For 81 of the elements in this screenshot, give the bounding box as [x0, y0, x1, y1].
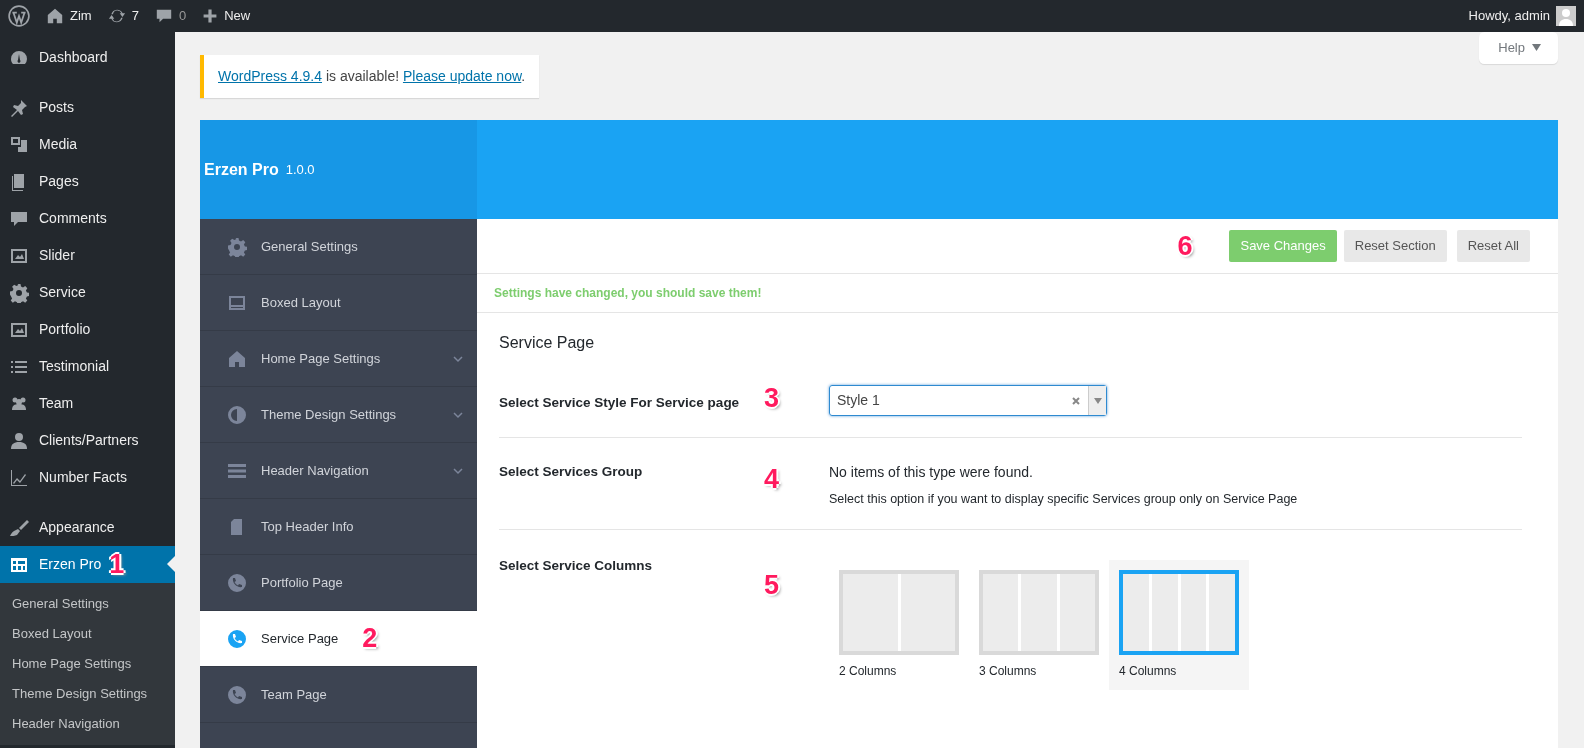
field-description: Select this option if you want to display specific Services group only on Service Page — [829, 491, 1299, 508]
new-link[interactable]: New — [224, 6, 251, 26]
action-button[interactable]: Reset Section — [1343, 230, 1447, 262]
phone-icon — [227, 684, 247, 705]
options-nav-item[interactable]: Service Page 2 — [200, 611, 477, 667]
field-label: Select Services Group — [499, 463, 644, 481]
column-option[interactable]: 4 Columns — [1109, 559, 1249, 690]
menu-item[interactable]: Comments — [0, 200, 175, 237]
option-label: 3 Columns — [979, 662, 1038, 680]
options-nav-item[interactable]: Theme Design Settings — [200, 387, 477, 443]
update-link[interactable]: WordPress 4.9.4 — [218, 68, 322, 84]
home-icon — [46, 7, 64, 25]
option-label: 2 Columns — [839, 662, 898, 680]
annotation-number: 5 — [764, 569, 780, 600]
caret-down-icon — [1532, 44, 1541, 52]
greeting-link[interactable]: Howdy, admin — [1468, 6, 1550, 26]
annotation-number: 4 — [764, 464, 780, 494]
chart-icon — [9, 467, 29, 488]
submenu-item[interactable]: Theme Design Settings — [0, 679, 175, 709]
menu-item[interactable]: Team — [0, 385, 175, 422]
update-notice: WordPress 4.9.4 is available! Please update now. — [200, 55, 540, 98]
submenu-item[interactable]: General Settings — [0, 589, 175, 619]
menu-item[interactable]: Number Facts — [0, 459, 175, 496]
changes-notice: Settings have changed, you should save them! — [477, 274, 1558, 313]
option-label: 4 Columns — [1119, 662, 1178, 680]
menu-item[interactable]: Portfolio — [0, 311, 175, 348]
options-nav-item[interactable]: Home Page Settings — [200, 331, 477, 387]
chevron-down-icon — [453, 409, 463, 420]
menu-item[interactable]: Slider — [0, 237, 175, 274]
help-button[interactable]: Help — [1479, 32, 1558, 64]
gear-icon — [227, 236, 247, 257]
menu-item[interactable]: Appearance — [0, 509, 175, 546]
menu-item[interactable]: Posts — [0, 89, 175, 126]
annotation-number: 6 — [1177, 232, 1193, 260]
refresh-icon — [107, 7, 126, 25]
options-nav-item[interactable]: General Settings — [200, 219, 477, 275]
menu-item[interactable]: Clients/Partners — [0, 422, 175, 459]
submenu-item[interactable]: Home Page Settings — [0, 649, 175, 679]
phone-icon — [227, 572, 247, 593]
pushpin-icon — [9, 97, 29, 118]
theme-version: 1.0.0 — [285, 160, 315, 179]
avatar-icon — [1556, 6, 1576, 26]
empty-message: No items of this type were found. — [829, 463, 1034, 482]
menu-item[interactable]: Media — [0, 126, 175, 163]
home-icon — [227, 348, 247, 369]
column-option[interactable]: 2 Columns — [829, 559, 969, 690]
annotation-number: 2 — [362, 625, 378, 652]
menu-item[interactable]: Pages — [0, 163, 175, 200]
clear-icon — [1071, 395, 1081, 406]
phone-icon — [227, 628, 247, 649]
comments-count[interactable]: 0 — [178, 6, 187, 26]
options-nav-item[interactable]: Team Page — [200, 667, 477, 723]
menu-item[interactable]: Dashboard — [0, 39, 175, 76]
theme-title: Erzen Pro — [204, 159, 279, 180]
action-button[interactable]: Reset All — [1456, 230, 1530, 262]
chevron-down-icon — [453, 465, 463, 476]
options-nav-item[interactable]: Top Header Info — [200, 499, 477, 555]
options-nav-item[interactable]: Header Navigation — [200, 443, 477, 499]
caret-down-icon — [1093, 397, 1102, 404]
gear-icon — [9, 282, 29, 303]
field-label: Select Service Columns — [499, 556, 654, 575]
paintbrush-icon — [9, 517, 29, 538]
options-nav-item[interactable]: Boxed Layout — [200, 275, 477, 331]
wordpress-logo-icon — [8, 5, 30, 27]
submenu-item[interactable]: Boxed Layout — [0, 619, 175, 649]
annotation-number: 1 — [109, 551, 125, 578]
column-option[interactable]: 3 Columns — [969, 559, 1109, 690]
menu-item[interactable]: Service — [0, 274, 175, 311]
plus-icon — [202, 8, 219, 24]
menu-item[interactable]: Erzen Pro 1 — [0, 546, 175, 583]
style-select[interactable]: Style 1 — [829, 385, 1107, 416]
section-title: Service Page — [499, 333, 596, 353]
menu-item[interactable]: Testimonial — [0, 348, 175, 385]
chevron-down-icon — [453, 353, 463, 364]
person-icon — [9, 430, 29, 451]
field-label: Select Service Style For Service page — [499, 394, 741, 412]
updates-count[interactable]: 7 — [131, 6, 139, 26]
site-name-link[interactable]: Zim — [70, 6, 92, 26]
annotation-number: 3 — [764, 383, 780, 413]
submenu-item[interactable]: Header Navigation — [0, 709, 175, 739]
media-icon — [9, 134, 29, 155]
